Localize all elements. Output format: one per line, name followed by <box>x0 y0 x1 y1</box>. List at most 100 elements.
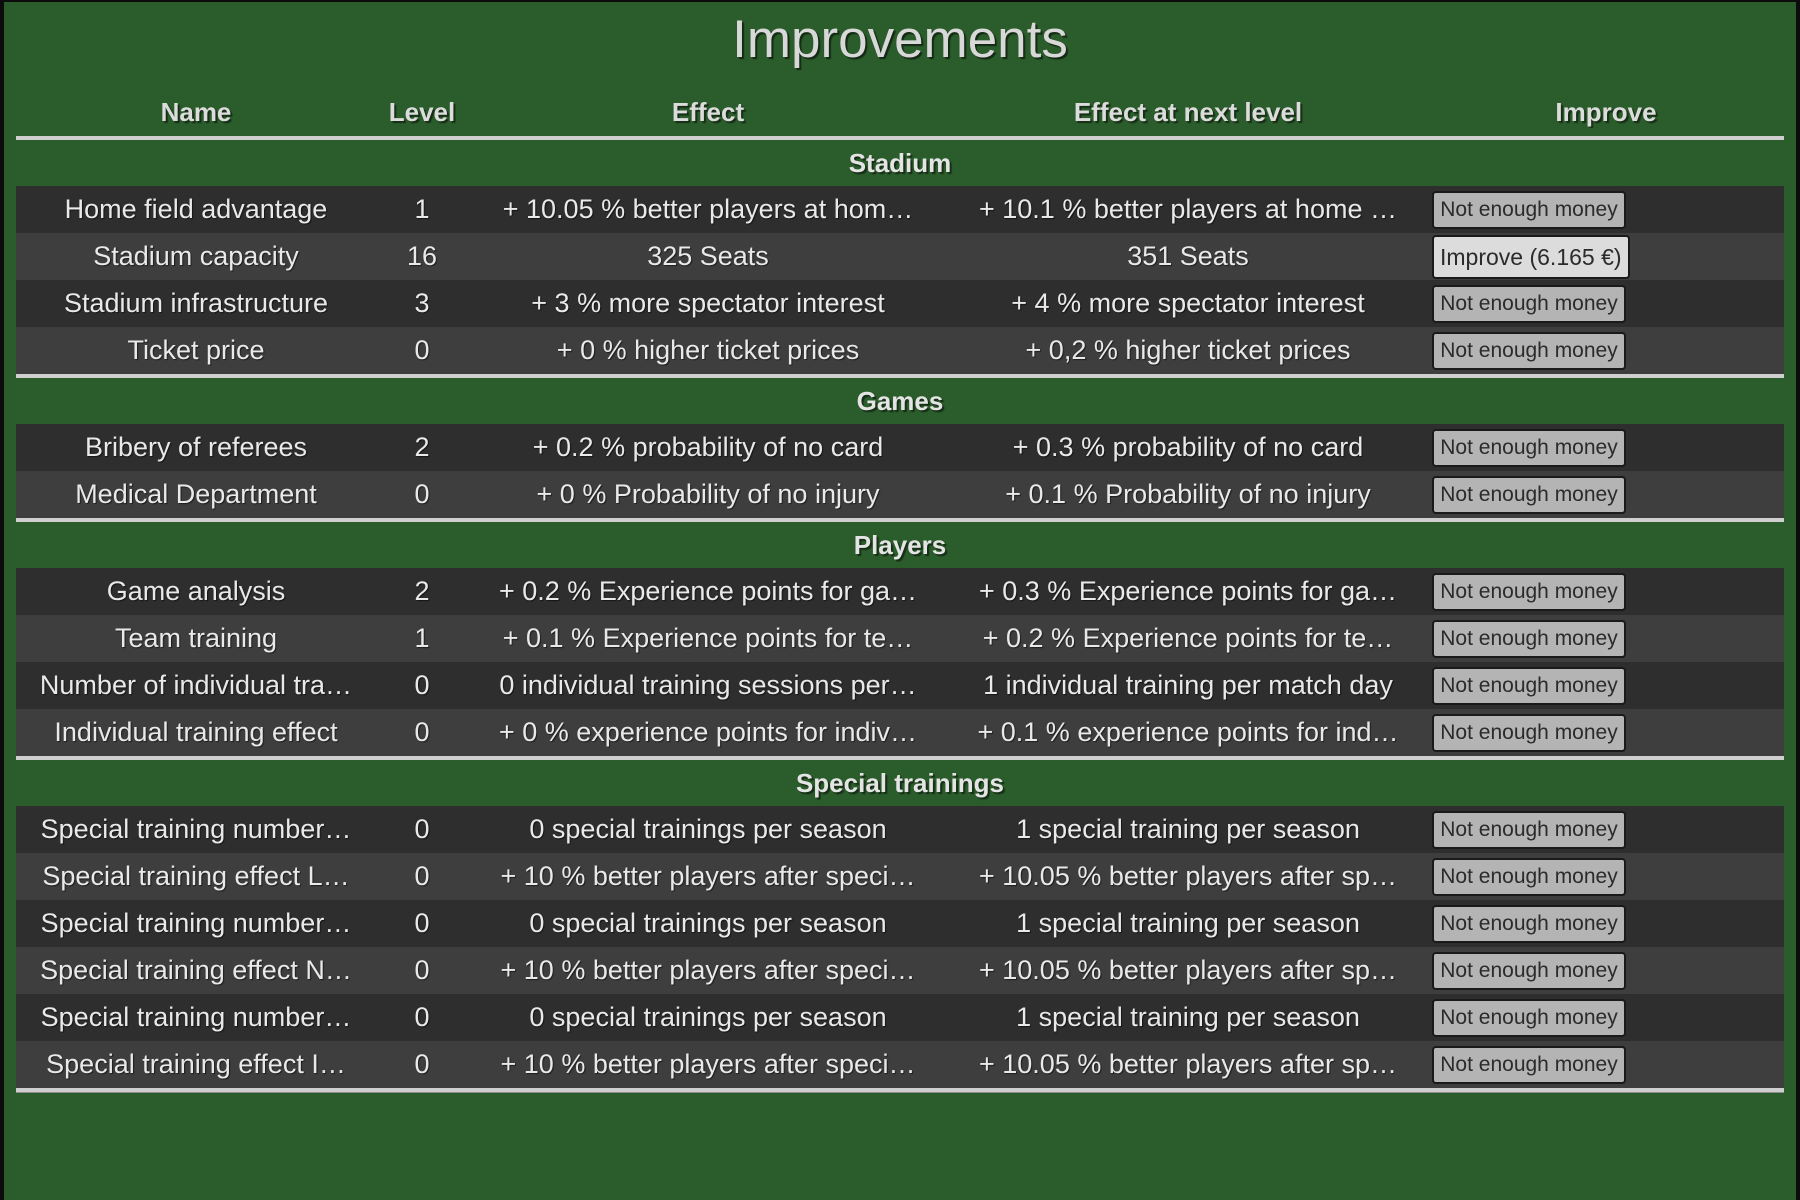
column-header-effect: Effect <box>671 97 745 127</box>
not-enough-money-button[interactable]: Not enough money <box>1432 998 1626 1037</box>
cell-name: Home field advantage <box>64 194 328 224</box>
cell-effect: + 0.1 % Experience points for te… <box>502 623 914 653</box>
table-row: Special training number… 0 0 special train… <box>16 900 1784 947</box>
cell-level: 2 <box>414 432 430 462</box>
cell-name: Medical Department <box>75 479 317 509</box>
cell-level: 0 <box>414 335 430 365</box>
not-enough-money-button[interactable]: Not enough money <box>1432 713 1626 752</box>
cell-level: 0 <box>414 814 430 844</box>
cell-level: 2 <box>414 576 430 606</box>
not-enough-money-button[interactable]: Not enough money <box>1432 810 1626 849</box>
not-enough-money-button[interactable]: Not enough money <box>1432 951 1626 990</box>
sections-container: Stadium Home field advantage 1 + 10.05 % be… <box>16 140 1784 1092</box>
table-row: Stadium capacity 16 325 Seats 351 Seats Impr… <box>16 233 1784 280</box>
cell-name: Special training number… <box>40 1002 352 1032</box>
cell-next-effect: + 10.05 % better players after sp… <box>979 1049 1397 1079</box>
column-header-name: Name <box>160 97 232 127</box>
cell-improve: Not enough money <box>1428 619 1784 658</box>
not-enough-money-button[interactable]: Not enough money <box>1432 572 1626 611</box>
cell-improve: Not enough money <box>1428 331 1784 370</box>
cell-next-effect: + 0.2 % Experience points for te… <box>982 623 1394 653</box>
cell-improve: Not enough money <box>1428 572 1784 611</box>
cell-effect: 0 special trainings per season <box>529 1002 887 1032</box>
cell-level: 1 <box>414 194 430 224</box>
not-enough-money-button[interactable]: Not enough money <box>1432 857 1626 896</box>
table-row: Bribery of referees 2 + 0.2 % probability … <box>16 424 1784 471</box>
cell-improve: Not enough money <box>1428 857 1784 896</box>
section-divider <box>16 1088 1784 1092</box>
cell-name: Ticket price <box>127 335 265 365</box>
cell-next-effect: + 0.1 % Probability of no injury <box>1005 479 1371 509</box>
table-row: Special training effect L… 0 + 10 % better… <box>16 853 1784 900</box>
cell-improve: Not enough money <box>1428 190 1784 229</box>
table-row: Stadium infrastructure 3 + 3 % more specta… <box>16 280 1784 327</box>
cell-next-effect: + 10.05 % better players after sp… <box>979 955 1397 985</box>
cell-improve: Not enough money <box>1428 713 1784 752</box>
page-title: Improvements <box>732 10 1068 69</box>
cell-name: Special training effect N… <box>40 955 352 985</box>
improve-button[interactable]: Improve (6.165 €) <box>1432 234 1630 279</box>
cell-improve: Improve (6.165 €) <box>1428 234 1784 279</box>
cell-next-effect: 1 individual training per match day <box>983 670 1393 700</box>
table-row: Special training effect N… 0 + 10 % better… <box>16 947 1784 994</box>
not-enough-money-button[interactable]: Not enough money <box>1432 284 1626 323</box>
cell-level: 0 <box>414 908 430 938</box>
cell-effect: + 0.2 % probability of no card <box>532 432 884 462</box>
column-header-next: Effect at next level <box>1073 97 1303 127</box>
cell-name: Number of individual tra… <box>39 670 353 700</box>
cell-next-effect: + 10.1 % better players at home … <box>979 194 1397 224</box>
table-row: Special training number… 0 0 special train… <box>16 806 1784 853</box>
not-enough-money-button[interactable]: Not enough money <box>1432 331 1626 370</box>
cell-name: Team training <box>114 623 278 653</box>
table-header-row: Name Level Effect Effect at next level I… <box>16 88 1784 128</box>
cell-level: 0 <box>414 1049 430 1079</box>
cell-improve: Not enough money <box>1428 998 1784 1037</box>
section-title: Stadium <box>16 140 1784 186</box>
not-enough-money-button[interactable]: Not enough money <box>1432 619 1626 658</box>
cell-next-effect: + 0,2 % higher ticket prices <box>1025 335 1351 365</box>
section-title: Players <box>16 522 1784 568</box>
improvements-screen: Improvements Name Level Effect Effect at… <box>0 0 1800 1200</box>
cell-effect: 325 Seats <box>647 241 769 271</box>
cell-effect: + 3 % more spectator interest <box>531 288 885 318</box>
improvements-table: Name Level Effect Effect at next level I… <box>16 88 1784 1092</box>
cell-level: 3 <box>414 288 430 318</box>
cell-improve: Not enough money <box>1428 428 1784 467</box>
cell-improve: Not enough money <box>1428 284 1784 323</box>
not-enough-money-button[interactable]: Not enough money <box>1432 1045 1626 1084</box>
cell-name: Bribery of referees <box>84 432 308 462</box>
section-title: Games <box>16 378 1784 424</box>
table-row: Number of individual tra… 0 0 individual t… <box>16 662 1784 709</box>
cell-next-effect: 1 special training per season <box>1016 908 1360 938</box>
cell-effect: + 0 % experience points for indiv… <box>499 717 917 747</box>
cell-improve: Not enough money <box>1428 904 1784 943</box>
cell-effect: + 10 % better players after speci… <box>500 955 916 985</box>
cell-effect: + 10.05 % better players at hom… <box>502 194 914 224</box>
cell-next-effect: + 4 % more spectator interest <box>1011 288 1365 318</box>
not-enough-money-button[interactable]: Not enough money <box>1432 666 1626 705</box>
cell-effect: 0 special trainings per season <box>529 814 887 844</box>
not-enough-money-button[interactable]: Not enough money <box>1432 904 1626 943</box>
cell-effect: 0 individual training sessions per… <box>499 670 917 700</box>
cell-name: Stadium capacity <box>93 241 299 271</box>
cell-effect: + 10 % better players after speci… <box>500 861 916 891</box>
cell-level: 0 <box>414 955 430 985</box>
cell-effect: + 0.2 % Experience points for ga… <box>499 576 917 606</box>
cell-level: 0 <box>414 479 430 509</box>
cell-name: Individual training effect <box>54 717 338 747</box>
not-enough-money-button[interactable]: Not enough money <box>1432 428 1626 467</box>
cell-name: Game analysis <box>106 576 286 606</box>
cell-level: 0 <box>414 717 430 747</box>
not-enough-money-button[interactable]: Not enough money <box>1432 190 1626 229</box>
cell-improve: Not enough money <box>1428 810 1784 849</box>
not-enough-money-button[interactable]: Not enough money <box>1432 475 1626 514</box>
cell-name: Stadium infrastructure <box>63 288 329 318</box>
cell-level: 0 <box>414 670 430 700</box>
cell-name: Special training effect L… <box>42 861 350 891</box>
cell-level: 16 <box>406 241 438 271</box>
cell-improve: Not enough money <box>1428 666 1784 705</box>
table-row: Special training number… 0 0 special train… <box>16 994 1784 1041</box>
cell-next-effect: 1 special training per season <box>1016 1002 1360 1032</box>
cell-name: Special training number… <box>40 908 352 938</box>
cell-name: Special training number… <box>40 814 352 844</box>
